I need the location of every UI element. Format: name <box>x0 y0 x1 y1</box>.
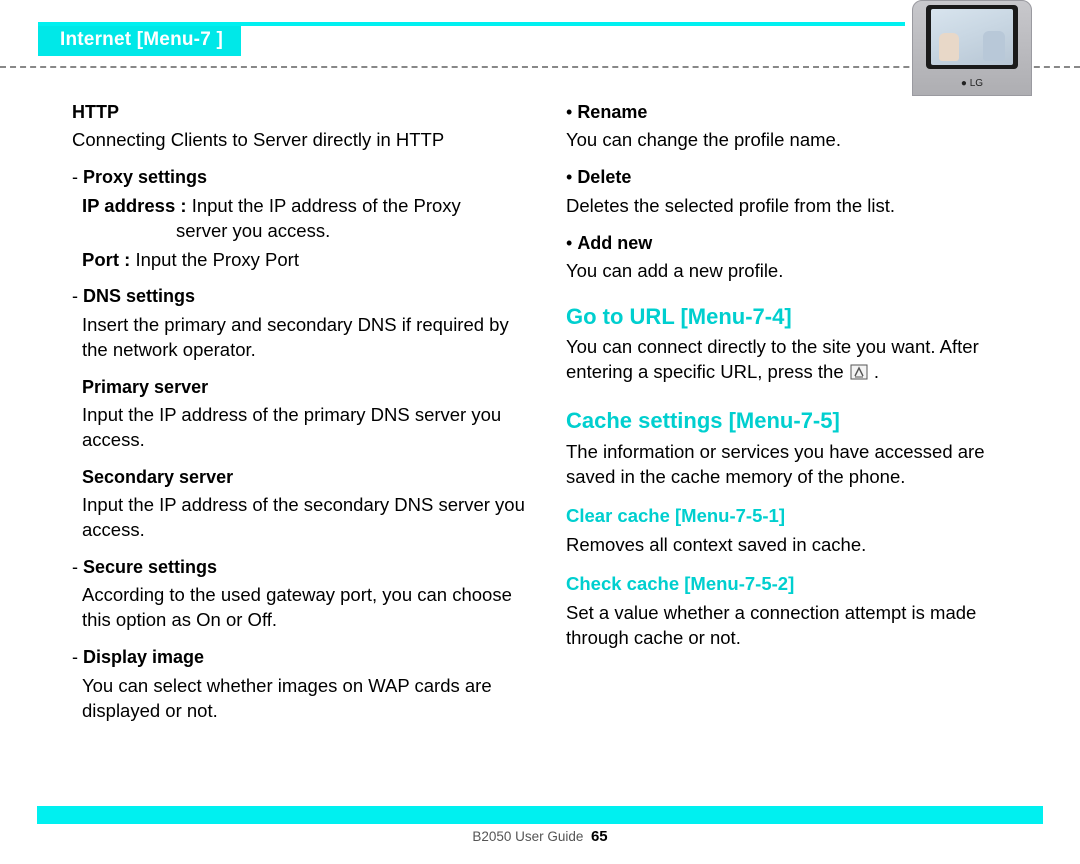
add-new-body: You can add a new profile. <box>566 259 1022 284</box>
check-cache-body: Set a value whether a connection attempt… <box>566 601 1022 651</box>
cache-settings-heading: Cache settings [Menu-7-5] <box>566 406 1022 436</box>
delete-heading: Delete <box>566 165 1022 189</box>
secure-settings-body: According to the used gateway port, you … <box>82 583 528 633</box>
cache-settings-body: The information or services you have acc… <box>566 440 1022 490</box>
right-column: Rename You can change the profile name. … <box>566 96 1022 796</box>
go-to-url-body: You can connect directly to the site you… <box>566 335 1022 388</box>
primary-server-heading: Primary server <box>82 375 528 399</box>
page-header-title: Internet [Menu-7 ] <box>38 26 241 56</box>
http-body: Connecting Clients to Server directly in… <box>72 128 528 153</box>
rename-body: You can change the profile name. <box>566 128 1022 153</box>
phone-brand-label: ● LG <box>913 78 1031 89</box>
ip-address-label: IP address : <box>82 195 187 216</box>
secondary-server-body: Input the IP address of the secondary DN… <box>82 493 528 543</box>
ip-address-body-l1: Input the IP address of the Proxy <box>192 195 461 216</box>
footer-accent-bar <box>37 806 1043 824</box>
left-column: HTTP Connecting Clients to Server direct… <box>72 96 528 796</box>
phone-illustration: ● LG <box>912 0 1032 96</box>
dns-settings-heading: DNS settings <box>72 284 528 308</box>
go-to-url-heading: Go to URL [Menu-7-4] <box>566 302 1022 332</box>
add-new-heading: Add new <box>566 231 1022 255</box>
primary-server-body: Input the IP address of the primary DNS … <box>82 403 528 453</box>
footer-text: B2050 User Guide 65 <box>0 828 1080 845</box>
clear-cache-heading: Clear cache [Menu-7-5-1] <box>566 504 1022 529</box>
proxy-settings-heading: Proxy settings <box>72 165 528 189</box>
page-number: 65 <box>591 828 608 845</box>
content-area: HTTP Connecting Clients to Server direct… <box>72 96 1022 796</box>
display-image-body: You can select whether images on WAP car… <box>82 674 528 724</box>
ip-address-row: IP address : Input the IP address of the… <box>82 194 528 219</box>
port-label: Port : <box>82 249 130 270</box>
secure-settings-heading: Secure settings <box>72 555 528 579</box>
display-image-heading: Display image <box>72 645 528 669</box>
dns-settings-body: Insert the primary and secondary DNS if … <box>82 313 528 363</box>
secondary-server-heading: Secondary server <box>82 465 528 489</box>
clear-cache-body: Removes all context saved in cache. <box>566 533 1022 558</box>
check-cache-heading: Check cache [Menu-7-5-2] <box>566 572 1022 597</box>
port-body: Input the Proxy Port <box>135 249 299 270</box>
footer-guide-label: B2050 User Guide <box>472 829 583 844</box>
rename-heading: Rename <box>566 100 1022 124</box>
port-row: Port : Input the Proxy Port <box>82 248 528 273</box>
press-key-icon <box>849 363 869 388</box>
delete-body: Deletes the selected profile from the li… <box>566 194 1022 219</box>
ip-address-body-l2: server you access. <box>176 219 528 244</box>
http-heading: HTTP <box>72 100 528 124</box>
